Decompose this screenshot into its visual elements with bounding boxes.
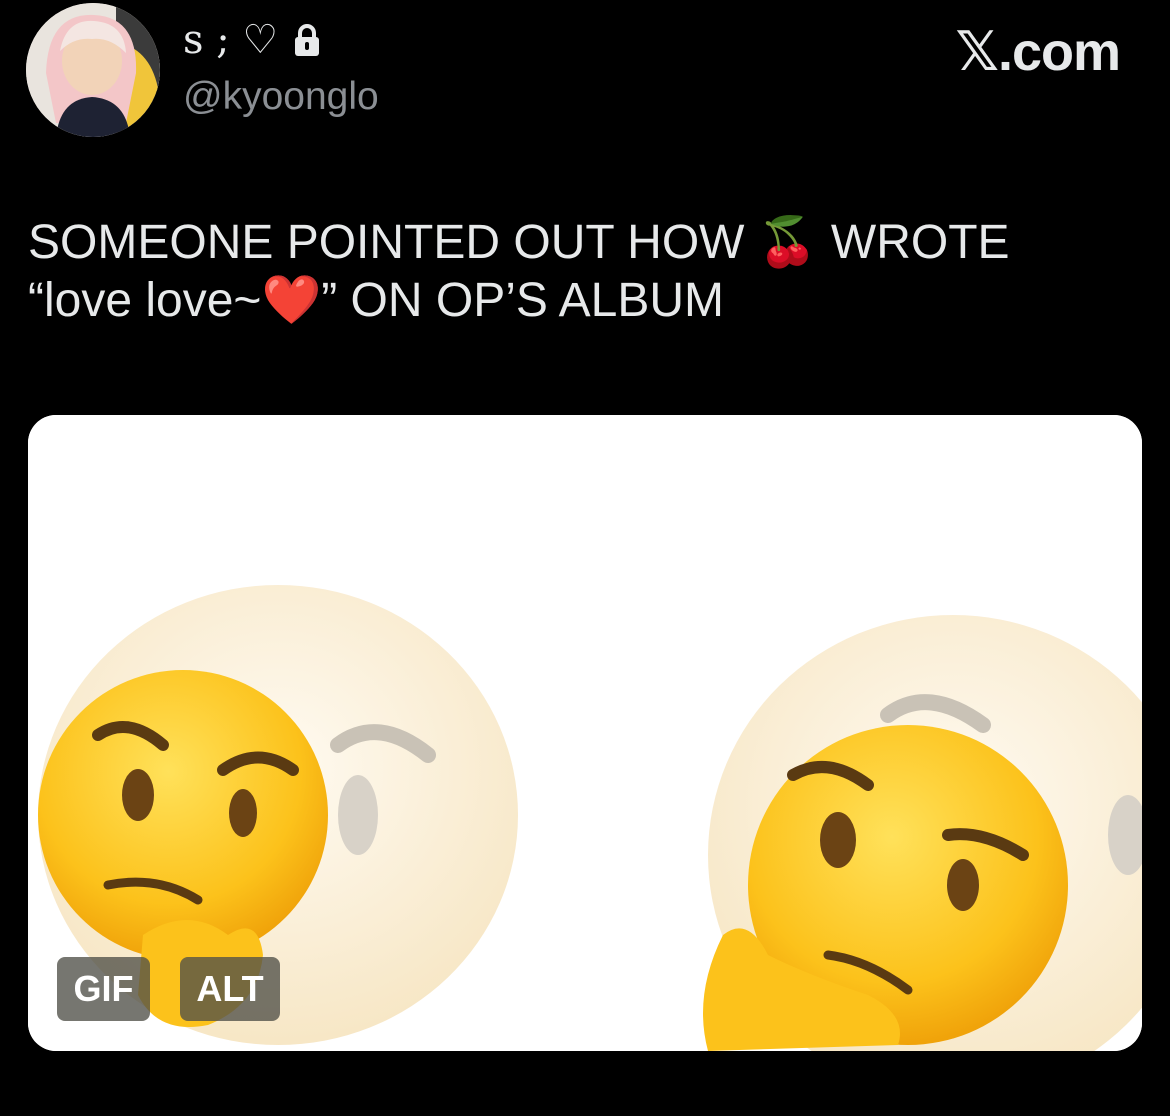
gif-media[interactable]: GIF ALT [28, 415, 1142, 1051]
display-name[interactable]: s ; ♡ [183, 16, 322, 64]
x-logo-brand: 𝕏.com [955, 22, 1121, 82]
profile-photo-icon [26, 3, 160, 137]
tweet-text-line-2: “love love~❤️” ON OP’S ALBUM [28, 274, 724, 327]
alt-text-button[interactable]: ALT [180, 957, 280, 1021]
display-name-text: s ; ♡ [183, 17, 279, 63]
tweet-text-line-1: SOMEONE POINTED OUT HOW 🍒 WROTE [28, 216, 1010, 269]
tweet-text: SOMEONE POINTED OUT HOW 🍒 WROTE “love lo… [28, 214, 1138, 330]
author-handle[interactable]: @kyoonglo [183, 74, 379, 120]
gif-badge[interactable]: GIF [57, 957, 150, 1021]
avatar[interactable] [26, 3, 160, 137]
lock-icon [295, 24, 320, 56]
thinking-face-emoji-icon [28, 415, 1142, 1051]
